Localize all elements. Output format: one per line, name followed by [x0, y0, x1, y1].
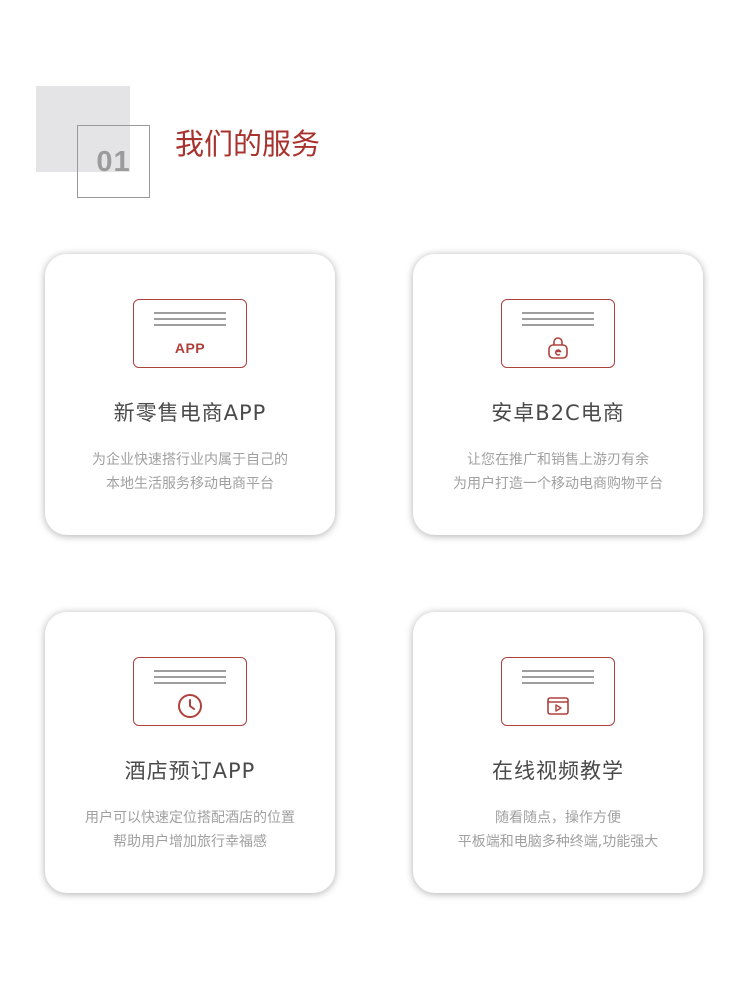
section-title: 我们的服务: [175, 127, 321, 161]
shopping-bag-icon: [548, 337, 568, 359]
service-description: 用户可以快速定位搭配酒店的位置 帮助用户增加旅行幸福感: [85, 810, 295, 850]
service-title: 新零售电商APP: [113, 401, 267, 425]
service-description: 让您在推广和销售上游刃有余 为用户打造一个移动电商购物平台: [453, 452, 663, 492]
service-description: 为企业快速搭行业内属于自己的 本地生活服务移动电商平台: [92, 452, 288, 492]
service-description: 随看随点，操作方便 平板端和电脑多种终端,功能强大: [457, 810, 659, 850]
service-card-online-video-teaching[interactable]: 在线视频教学 随看随点，操作方便 平板端和电脑多种终端,功能强大: [413, 612, 703, 893]
section-number: 01: [77, 125, 150, 198]
service-card-android-b2c[interactable]: 安卓B2C电商 让您在推广和销售上游刃有余 为用户打造一个移动电商购物平台: [413, 254, 703, 535]
video-screen-icon: [501, 657, 615, 726]
app-label: APP: [174, 340, 206, 356]
app-screen-icon: APP: [133, 299, 247, 368]
service-title: 安卓B2C电商: [491, 401, 625, 425]
shopping-bag-screen-icon: [501, 299, 615, 368]
service-card-hotel-booking-app[interactable]: 酒店预订APP 用户可以快速定位搭配酒店的位置 帮助用户增加旅行幸福感: [45, 612, 335, 893]
video-play-icon: [547, 697, 569, 715]
service-card-new-retail-app[interactable]: APP 新零售电商APP 为企业快速搭行业内属于自己的 本地生活服务移动电商平台: [45, 254, 335, 535]
clock-screen-icon: [133, 657, 247, 726]
service-title: 酒店预订APP: [124, 759, 256, 783]
clock-icon: [178, 694, 202, 718]
service-title: 在线视频教学: [492, 759, 624, 783]
